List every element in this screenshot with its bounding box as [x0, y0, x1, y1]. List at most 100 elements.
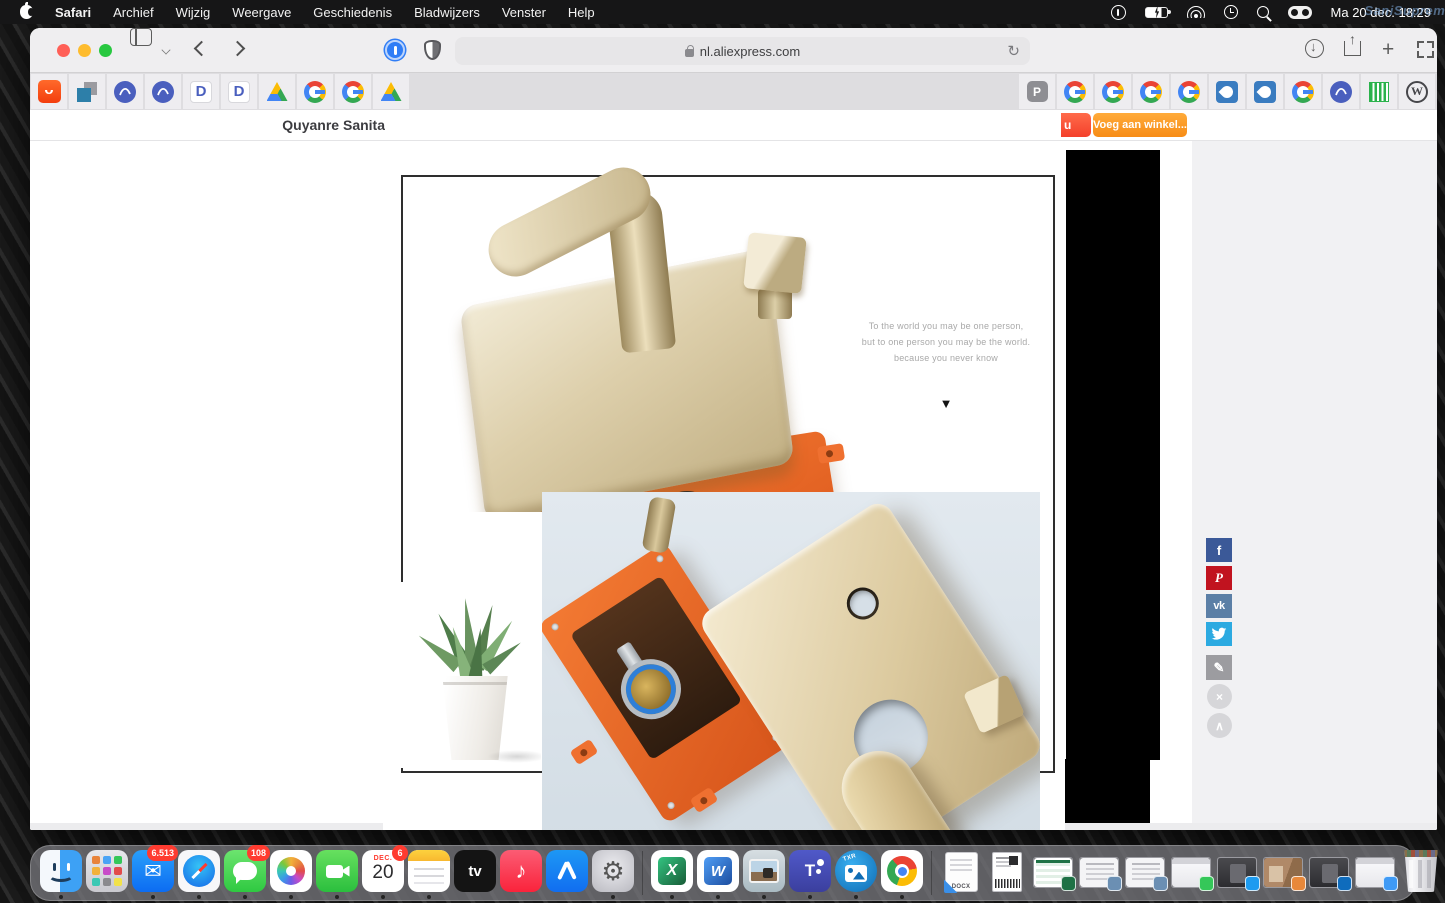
menu-item-venster[interactable]: Venster	[502, 5, 546, 20]
dock-minimized-window-doc-2[interactable]	[1123, 846, 1167, 900]
minimized-window-thumbnail	[1263, 857, 1303, 888]
dock-chrome[interactable]	[880, 846, 924, 900]
dock-apple-tv[interactable]: tv	[453, 846, 497, 900]
favorite-aliexpress[interactable]: ᴗ	[31, 74, 67, 109]
dock-system-preferences[interactable]: ⚙	[591, 846, 635, 900]
close-window-button[interactable]	[57, 44, 70, 57]
dock-safari[interactable]	[177, 846, 221, 900]
favorite-d-site-2[interactable]: D	[221, 74, 257, 109]
social-close-button[interactable]: ×	[1207, 684, 1232, 709]
product-title: Quyanre Sanita	[185, 117, 385, 133]
social-edit-pencil-button[interactable]: ✎	[1206, 655, 1232, 680]
dock-music[interactable]: ♪	[499, 846, 543, 900]
google-drive-icon	[267, 82, 288, 101]
dock-notes[interactable]	[407, 846, 451, 900]
social-pinterest-button[interactable]: P	[1206, 566, 1232, 590]
dock-launchpad[interactable]	[85, 846, 129, 900]
forward-icon[interactable]	[230, 41, 246, 57]
menu-item-wijzig[interactable]: Wijzig	[176, 5, 211, 20]
favorite-google-2[interactable]	[335, 74, 371, 109]
favorite-blue-scribble-3[interactable]	[1323, 74, 1359, 109]
dock-file-docx[interactable]: DOCX	[939, 846, 983, 900]
dock-mail[interactable]: ✉6.513	[131, 846, 175, 900]
zoom-window-button[interactable]	[99, 44, 112, 57]
dock-file-shipping-label[interactable]	[985, 846, 1029, 900]
battery-icon[interactable]	[1145, 7, 1168, 18]
menu-item-bladwijzers[interactable]: Bladwijzers	[414, 5, 480, 20]
favorite-google-3[interactable]	[1057, 74, 1093, 109]
favorite-d-site-1[interactable]: D	[183, 74, 219, 109]
menu-app-name[interactable]: Safari	[55, 5, 91, 20]
dock-calendar[interactable]: DEC.206	[361, 846, 405, 900]
apple-menu-icon[interactable]	[20, 5, 33, 19]
favorite-waterdrop-1[interactable]	[1209, 74, 1245, 109]
favorite-google-1[interactable]	[297, 74, 333, 109]
favorite-squares-app[interactable]	[69, 74, 105, 109]
sidebar-icon[interactable]	[130, 28, 152, 46]
squares-icon	[77, 82, 97, 102]
wifi-icon[interactable]	[1187, 6, 1205, 18]
dock-finder[interactable]	[39, 846, 83, 900]
dock-minimized-window-excel[interactable]	[1031, 846, 1075, 900]
onepassword-icon[interactable]	[1111, 5, 1126, 20]
favorite-google-drive-1[interactable]	[259, 74, 295, 109]
dock-trash[interactable]	[1399, 846, 1443, 900]
dock-minimized-window-mail[interactable]	[1353, 846, 1397, 900]
blue-circle-icon	[152, 81, 174, 103]
time-machine-icon[interactable]	[1224, 5, 1238, 19]
favorite-waterdrop-2[interactable]	[1247, 74, 1283, 109]
favorite-google-6[interactable]	[1171, 74, 1207, 109]
dock-facetime[interactable]	[315, 846, 359, 900]
dock-app-store[interactable]	[545, 846, 589, 900]
favorite-blue-scribble-1[interactable]	[107, 74, 143, 109]
privacy-shield-icon[interactable]	[424, 40, 441, 60]
product-image-overlay[interactable]: To the world you may be one person, but …	[383, 165, 1065, 830]
tab-overview-icon[interactable]	[1417, 41, 1434, 58]
social-vk-button[interactable]: vk	[1206, 594, 1232, 618]
spotlight-search-icon[interactable]	[1257, 6, 1269, 18]
downloads-icon[interactable]	[1305, 39, 1324, 58]
launchpad-icon	[86, 850, 128, 892]
social-twitter-icon[interactable]	[1206, 622, 1232, 646]
share-icon[interactable]	[1344, 41, 1361, 56]
favorite-google-drive-2[interactable]	[373, 74, 409, 109]
minimized-window-thumbnail	[1171, 857, 1211, 888]
social-facebook-button[interactable]: f	[1206, 538, 1232, 562]
refresh-icon[interactable]: ↻	[1007, 42, 1020, 60]
minimize-window-button[interactable]	[78, 44, 91, 57]
dock-messages[interactable]: 108	[223, 846, 267, 900]
address-bar[interactable]: nl.aliexpress.com ↻	[455, 37, 1030, 65]
favorite-google-7[interactable]	[1285, 74, 1321, 109]
menu-item-archief[interactable]: Archief	[113, 5, 153, 20]
dock-minimized-window-doc-1[interactable]	[1077, 846, 1121, 900]
favorite-green-barcode[interactable]	[1361, 74, 1397, 109]
dock-word[interactable]: W	[696, 846, 740, 900]
favorite-google-5[interactable]	[1133, 74, 1169, 109]
dock-excel[interactable]: X	[650, 846, 694, 900]
favorite-blue-scribble-2[interactable]	[145, 74, 181, 109]
dock-minimized-window-messages[interactable]	[1169, 846, 1213, 900]
social-scroll-up-button[interactable]: ∧	[1207, 713, 1232, 738]
blue-circle-icon	[1330, 81, 1352, 103]
dock-teams[interactable]: T	[788, 846, 832, 900]
add-to-cart-button[interactable]: Voeg aan winkel...	[1093, 113, 1187, 137]
menu-item-help[interactable]: Help	[568, 5, 595, 20]
dock-minimized-window-preview-dark[interactable]	[1215, 846, 1259, 900]
favorite-p-site[interactable]: P	[1019, 74, 1055, 109]
buy-now-button[interactable]: u	[1061, 113, 1091, 137]
menu-item-weergave[interactable]: Weergave	[232, 5, 291, 20]
favorite-google-4[interactable]	[1095, 74, 1131, 109]
dock-photos[interactable]	[269, 846, 313, 900]
chrome-icon	[881, 850, 923, 892]
dock-photo-viewer[interactable]: TXR	[834, 846, 878, 900]
onepassword-extension-icon[interactable]	[385, 40, 405, 60]
control-center-icon[interactable]	[1288, 6, 1312, 19]
dock-image-editor[interactable]	[742, 846, 786, 900]
menu-item-geschiedenis[interactable]: Geschiedenis	[313, 5, 392, 20]
dock-minimized-window-outlook[interactable]	[1307, 846, 1351, 900]
new-tab-icon[interactable]: +	[1382, 38, 1394, 62]
chevron-down-icon[interactable]	[161, 45, 170, 54]
dock-minimized-window-photo[interactable]	[1261, 846, 1305, 900]
back-icon[interactable]	[194, 41, 210, 57]
favorite-wordpress[interactable]: W	[1399, 74, 1435, 109]
